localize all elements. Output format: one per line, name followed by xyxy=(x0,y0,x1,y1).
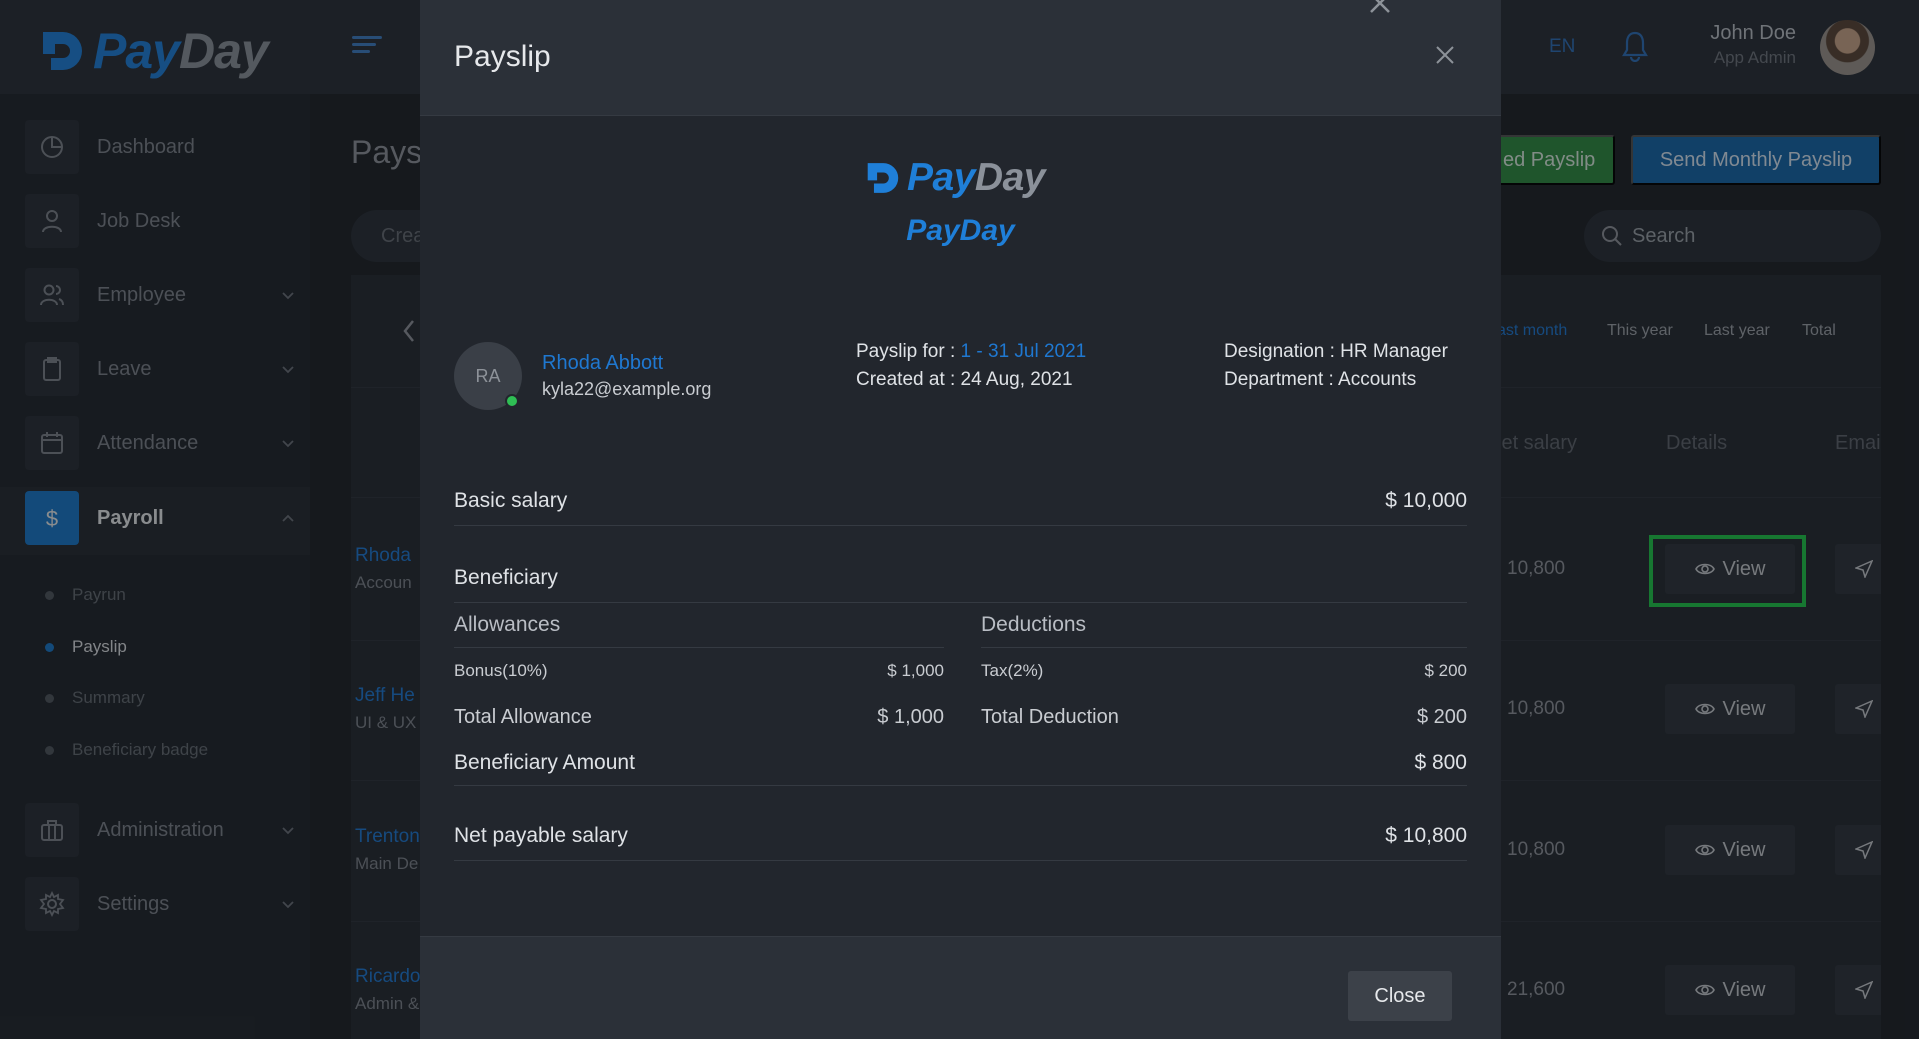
net-payable-value: $ 10,800 xyxy=(1385,823,1467,847)
payday-logo-icon xyxy=(867,163,899,193)
allowance-item-row: Bonus(10%) $ 1,000 xyxy=(454,648,944,694)
deduction-item-value: $ 200 xyxy=(1424,661,1467,680)
deductions-label: Deductions xyxy=(981,613,1087,636)
created-at: Created at : 24 Aug, 2021 xyxy=(856,369,1073,390)
beneficiary-amount-label: Beneficiary Amount xyxy=(454,750,635,774)
deductions-header: Deductions xyxy=(981,603,1467,648)
modal-body: PayDay PayDay RA Rhoda Abbott kyla22@exa… xyxy=(420,116,1501,936)
deduction-item-row: Tax(2%) $ 200 xyxy=(981,648,1467,694)
employee-job-info: Designation : HR Manager Department : Ac… xyxy=(1224,338,1448,394)
payslip-for-label: Payslip for : xyxy=(856,341,956,362)
modal-footer: Close xyxy=(420,936,1501,1039)
total-deduction-label: Total Deduction xyxy=(981,705,1119,728)
total-allowance-row: Total Allowance $ 1,000 xyxy=(454,694,944,740)
close-icon[interactable] xyxy=(1436,46,1454,64)
total-allowance-value: $ 1,000 xyxy=(877,705,944,728)
payslip-for-value: 1 - 31 Jul 2021 xyxy=(960,341,1087,362)
modal-title: Payslip xyxy=(454,40,551,73)
designation: Designation : HR Manager xyxy=(1224,341,1448,362)
net-payable-label: Net payable salary xyxy=(454,823,628,847)
payslip-logo-text: PayDay xyxy=(907,156,1045,199)
online-status-dot xyxy=(505,394,519,408)
deduction-item-label: Tax(2%) xyxy=(981,661,1044,680)
beneficiary-label: Beneficiary xyxy=(454,565,558,589)
allowances-header: Allowances xyxy=(454,603,944,648)
basic-salary-label: Basic salary xyxy=(454,488,568,512)
total-deduction-value: $ 200 xyxy=(1416,705,1467,728)
company-name: PayDay xyxy=(906,214,1015,247)
payslip-logo: PayDay xyxy=(863,156,1045,200)
allowance-item-label: Bonus(10%) xyxy=(454,661,548,680)
department: Department : Accounts xyxy=(1224,369,1417,390)
beneficiary-amount-value: $ 800 xyxy=(1414,750,1467,774)
total-deduction-row: Total Deduction $ 200 xyxy=(981,694,1467,740)
basic-salary-row: Basic salary $ 10,000 xyxy=(454,476,1467,526)
allowance-item-value: $ 1,000 xyxy=(887,661,944,680)
net-payable-row: Net payable salary $ 10,800 xyxy=(454,811,1467,861)
basic-salary-value: $ 10,000 xyxy=(1385,488,1467,512)
beneficiary-heading-row: Beneficiary xyxy=(454,553,1467,603)
beneficiary-amount-row: Beneficiary Amount $ 800 xyxy=(454,740,1467,786)
employee-name[interactable]: Rhoda Abbott xyxy=(542,352,663,375)
payslip-modal: Payslip PayDay PayDay RA Rhoda Abbott ky… xyxy=(420,0,1501,1039)
total-allowance-label: Total Allowance xyxy=(454,705,592,728)
modal-header: Payslip xyxy=(420,0,1501,116)
allowances-label: Allowances xyxy=(454,613,561,636)
employee-email: kyla22@example.org xyxy=(542,379,712,399)
payslip-period-info: Payslip for : 1 - 31 Jul 2021 Created at… xyxy=(856,338,1086,394)
close-button[interactable]: Close xyxy=(1348,971,1452,1021)
